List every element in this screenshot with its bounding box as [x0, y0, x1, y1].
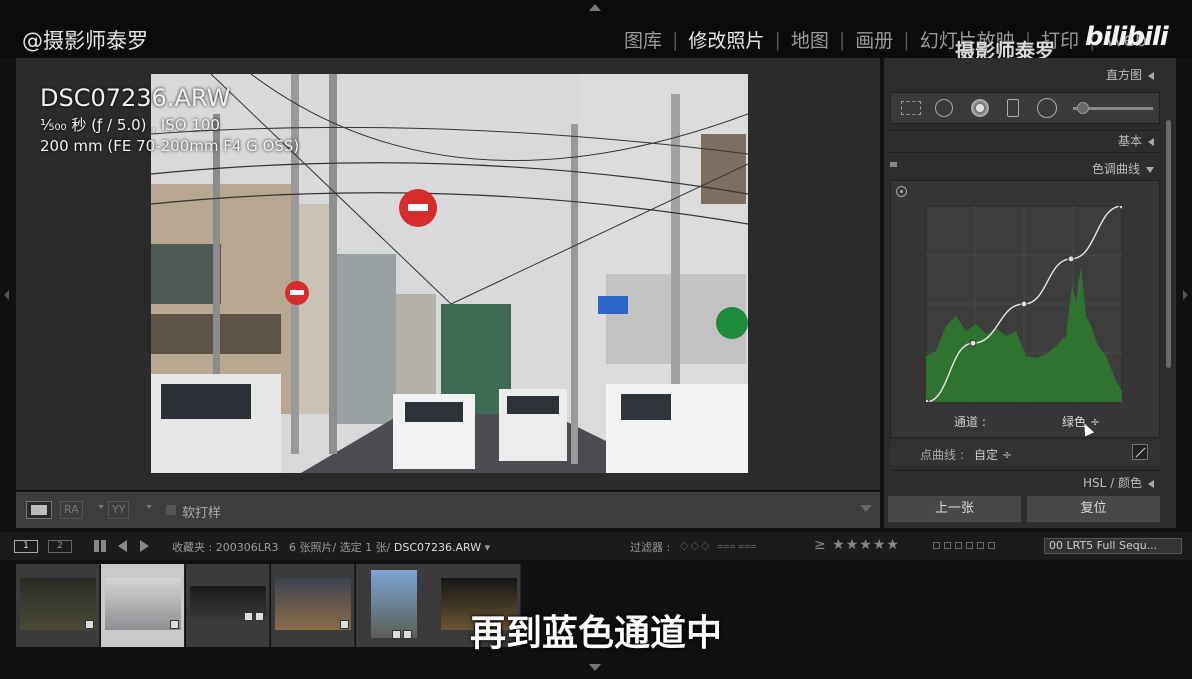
video-subtitle: 再到蓝色通道中 [469, 613, 722, 654]
crop-icon[interactable] [901, 101, 921, 115]
basic-label: 基本 [1117, 134, 1142, 148]
top-bar: @摄影师泰罗 图库 | 修改照片 | 地图 | 画册 | 幻灯片放映 | 打印 … [0, 0, 1192, 63]
module-develop[interactable]: 修改照片 [684, 26, 768, 53]
hsl-label: HSL / 颜色 [1083, 476, 1142, 490]
histogram-label: 直方图 [1105, 68, 1142, 82]
channel-label: 通道 : [954, 415, 986, 429]
filter-label: 过滤器 : [630, 541, 671, 554]
module-book[interactable]: 画册 [851, 26, 897, 53]
identity-plate: @摄影师泰罗 [22, 29, 148, 53]
soft-proof-checkbox[interactable] [166, 505, 176, 515]
module-separator: | [672, 28, 679, 51]
grid-view-icon[interactable] [94, 540, 106, 552]
breadcrumb[interactable]: 收藏夹 : 200306LR3 6 张照片/ 选定 1 张/ DSC07236.… [172, 539, 490, 555]
panel-switch-icon[interactable] [890, 162, 897, 167]
curve-control-point[interactable] [1067, 255, 1075, 263]
soft-proof-label: 软打样 [182, 506, 222, 521]
curve-control-point[interactable] [969, 339, 977, 347]
point-curve-label: 点曲线 : [920, 448, 964, 462]
overlay-filename: DSC07236.ARW [40, 84, 231, 112]
overlay-lens: 200 mm (FE 70-200mm F4 G OSS) [40, 137, 300, 155]
previous-button[interactable]: 上一张 [888, 496, 1021, 522]
develop-right-panel: 直方图 基本 色调曲线 通道 : 绿色 ÷ 点曲线 : 自定 ÷ HSL / 颜… [884, 58, 1176, 528]
brush-slider-knob[interactable] [1077, 102, 1089, 114]
filmstrip-bar: 1 2 收藏夹 : 200306LR3 6 张照片/ 选定 1 张/ DSC07… [0, 532, 1192, 560]
panel-divider [890, 152, 1160, 153]
collapse-arrow-icon [1148, 71, 1154, 80]
chevron-down-icon[interactable] [146, 505, 152, 509]
main-window-button[interactable]: 1 [14, 540, 38, 553]
loupe-view: DSC07236.ARW ¹⁄₅₀₀ 秒 (ƒ / 5.0) , ISO 100… [16, 58, 880, 490]
panel-header-basic[interactable]: 基本 [1118, 132, 1154, 149]
color-label-swatch[interactable] [944, 542, 951, 549]
panel-divider [890, 130, 1160, 131]
bilibili-logo: bilibili [1085, 22, 1169, 52]
panel-divider [890, 470, 1160, 471]
spot-removal-icon[interactable] [935, 99, 953, 117]
bottom-panel-toggle-arrow[interactable] [589, 664, 601, 671]
toolbar-menu-arrow[interactable] [860, 505, 872, 512]
color-label-swatch[interactable] [988, 542, 995, 549]
before-after-button[interactable]: RA [60, 501, 83, 519]
filter-preset-select[interactable]: 00 LRT5 Full Sequ... [1044, 538, 1182, 554]
chevron-down-icon[interactable] [98, 505, 104, 509]
module-map[interactable]: 地图 [787, 26, 833, 53]
point-curve-row: 点曲线 : 自定 ÷ [890, 441, 1160, 465]
top-panel-toggle-arrow[interactable] [589, 4, 601, 11]
tool-strip [890, 92, 1160, 124]
panel-header-histogram[interactable]: 直方图 [1106, 66, 1154, 83]
forward-arrow-icon[interactable] [140, 540, 149, 552]
color-label-swatch[interactable] [977, 542, 984, 549]
reset-button[interactable]: 复位 [1027, 496, 1160, 522]
module-library[interactable]: 图库 [620, 26, 666, 53]
left-panel-toggle-arrow[interactable] [4, 290, 9, 300]
before-after-split-button[interactable]: YY [108, 501, 130, 519]
collapse-arrow-icon [1148, 479, 1154, 488]
current-filename: DSC07236.ARW [393, 541, 482, 554]
point-curve-select[interactable]: 自定 ÷ [974, 446, 1012, 463]
color-label-filter[interactable] [933, 542, 995, 549]
photo-count: 6 张照片/ 选定 1 张/ [288, 541, 391, 554]
curve-control-point[interactable] [1020, 300, 1028, 308]
target-adjust-icon[interactable] [896, 186, 907, 197]
secondary-window-button[interactable]: 2 [48, 540, 72, 553]
color-label-swatch[interactable] [966, 542, 973, 549]
red-eye-icon[interactable] [971, 99, 989, 117]
right-panel-toggle-arrow[interactable] [1183, 290, 1188, 300]
graduated-filter-icon[interactable] [1007, 99, 1019, 117]
module-separator: | [838, 28, 846, 51]
loupe-view-button[interactable] [26, 501, 52, 519]
color-label-swatch[interactable] [955, 542, 962, 549]
module-separator: | [903, 28, 910, 51]
panel-header-hsl[interactable]: HSL / 颜色 [1083, 474, 1154, 491]
tone-curve-label: 色调曲线 [1091, 162, 1140, 176]
back-arrow-icon[interactable] [118, 540, 127, 552]
module-separator: | [774, 28, 781, 51]
collection-name: 收藏夹 : 200306LR3 [172, 541, 279, 554]
info-overlay: DSC07236.ARW ¹⁄₅₀₀ 秒 (ƒ / 5.0) , ISO 100… [40, 84, 299, 155]
main-toolbar: RA YY 软打样 [16, 492, 880, 528]
overlay-exposure: ¹⁄₅₀₀ 秒 (ƒ / 5.0) , ISO 100 [40, 116, 220, 134]
expand-arrow-icon [1146, 166, 1154, 173]
tone-curve-graph[interactable] [926, 206, 1122, 402]
edit-point-curve-icon[interactable] [1132, 444, 1148, 460]
flag-filter-icons[interactable]: ◇◇◇ ⩶⩶ [680, 539, 759, 553]
radial-filter-icon[interactable] [1037, 98, 1057, 118]
star-rating-filter[interactable]: ≥ ★★★★★ [814, 537, 900, 553]
right-panel-scrollbar[interactable] [1166, 120, 1171, 368]
module-picker: 图库 | 修改照片 | 地图 | 画册 | 幻灯片放映 | 打印 | Web [620, 26, 1151, 53]
color-label-swatch[interactable] [933, 542, 940, 549]
collapse-arrow-icon [1148, 137, 1154, 146]
panel-header-tone-curve[interactable]: 色调曲线 [1092, 160, 1154, 177]
